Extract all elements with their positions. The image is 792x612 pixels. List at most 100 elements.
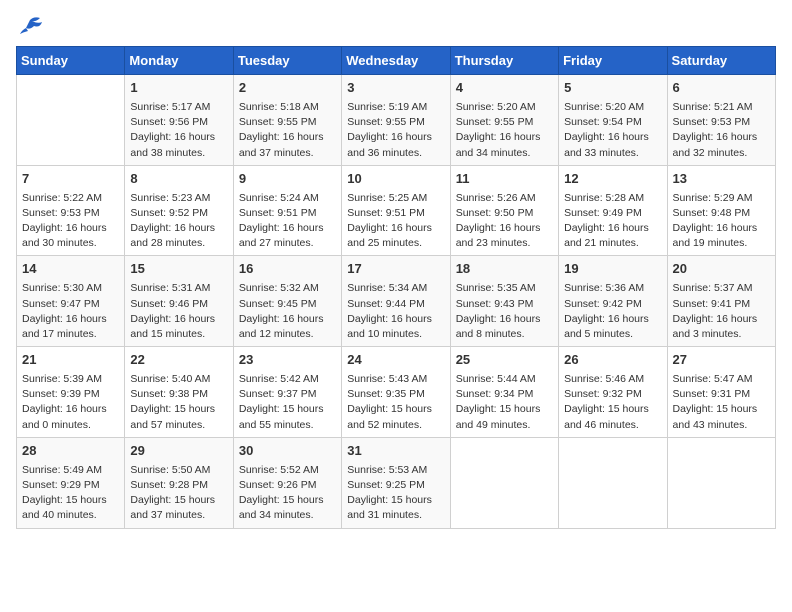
calendar-cell: 29Sunrise: 5:50 AMSunset: 9:28 PMDayligh…: [125, 437, 233, 528]
day-number: 25: [456, 351, 553, 370]
day-header-tuesday: Tuesday: [233, 47, 341, 75]
day-info-text: Sunset: 9:56 PM: [130, 115, 227, 130]
day-info-text: Sunset: 9:31 PM: [673, 387, 770, 402]
day-info-text: Daylight: 16 hours: [347, 130, 444, 145]
day-info-text: Sunset: 9:51 PM: [239, 206, 336, 221]
day-number: 13: [673, 170, 770, 189]
day-header-friday: Friday: [559, 47, 667, 75]
day-info-text: Daylight: 16 hours: [456, 130, 553, 145]
calendar-cell: 25Sunrise: 5:44 AMSunset: 9:34 PMDayligh…: [450, 347, 558, 438]
day-info-text: and 37 minutes.: [239, 146, 336, 161]
calendar-week-row: 7Sunrise: 5:22 AMSunset: 9:53 PMDaylight…: [17, 165, 776, 256]
day-info-text: and 49 minutes.: [456, 418, 553, 433]
day-info-text: Sunrise: 5:46 AM: [564, 372, 661, 387]
calendar-cell: 22Sunrise: 5:40 AMSunset: 9:38 PMDayligh…: [125, 347, 233, 438]
header: [16, 16, 776, 38]
calendar-cell: 27Sunrise: 5:47 AMSunset: 9:31 PMDayligh…: [667, 347, 775, 438]
day-info-text: Sunrise: 5:40 AM: [130, 372, 227, 387]
day-number: 9: [239, 170, 336, 189]
calendar-cell: 30Sunrise: 5:52 AMSunset: 9:26 PMDayligh…: [233, 437, 341, 528]
day-info-text: Daylight: 16 hours: [239, 221, 336, 236]
day-info-text: Daylight: 15 hours: [239, 493, 336, 508]
day-info-text: and 17 minutes.: [22, 327, 119, 342]
day-info-text: Daylight: 16 hours: [564, 312, 661, 327]
calendar-cell: 1Sunrise: 5:17 AMSunset: 9:56 PMDaylight…: [125, 75, 233, 166]
day-info-text: and 52 minutes.: [347, 418, 444, 433]
day-info-text: Daylight: 15 hours: [673, 402, 770, 417]
day-number: 6: [673, 79, 770, 98]
day-info-text: Sunset: 9:26 PM: [239, 478, 336, 493]
day-info-text: Sunrise: 5:22 AM: [22, 191, 119, 206]
calendar-cell: 10Sunrise: 5:25 AMSunset: 9:51 PMDayligh…: [342, 165, 450, 256]
day-info-text: Sunset: 9:37 PM: [239, 387, 336, 402]
day-number: 22: [130, 351, 227, 370]
day-info-text: and 27 minutes.: [239, 236, 336, 251]
day-info-text: Sunrise: 5:42 AM: [239, 372, 336, 387]
day-info-text: and 46 minutes.: [564, 418, 661, 433]
day-info-text: Sunrise: 5:20 AM: [564, 100, 661, 115]
day-info-text: Sunset: 9:54 PM: [564, 115, 661, 130]
day-number: 26: [564, 351, 661, 370]
calendar-cell: 7Sunrise: 5:22 AMSunset: 9:53 PMDaylight…: [17, 165, 125, 256]
day-info-text: Sunset: 9:47 PM: [22, 297, 119, 312]
day-info-text: Sunset: 9:48 PM: [673, 206, 770, 221]
day-number: 24: [347, 351, 444, 370]
day-info-text: Daylight: 16 hours: [564, 221, 661, 236]
day-info-text: Sunrise: 5:37 AM: [673, 281, 770, 296]
day-info-text: and 30 minutes.: [22, 236, 119, 251]
day-info-text: Sunrise: 5:21 AM: [673, 100, 770, 115]
day-info-text: and 34 minutes.: [456, 146, 553, 161]
day-info-text: Sunset: 9:38 PM: [130, 387, 227, 402]
day-header-thursday: Thursday: [450, 47, 558, 75]
day-info-text: and 40 minutes.: [22, 508, 119, 523]
calendar-cell: 17Sunrise: 5:34 AMSunset: 9:44 PMDayligh…: [342, 256, 450, 347]
calendar-week-row: 21Sunrise: 5:39 AMSunset: 9:39 PMDayligh…: [17, 347, 776, 438]
day-info-text: Sunset: 9:51 PM: [347, 206, 444, 221]
calendar-cell: 4Sunrise: 5:20 AMSunset: 9:55 PMDaylight…: [450, 75, 558, 166]
day-info-text: Sunset: 9:50 PM: [456, 206, 553, 221]
day-number: 12: [564, 170, 661, 189]
day-info-text: and 55 minutes.: [239, 418, 336, 433]
day-info-text: Sunset: 9:28 PM: [130, 478, 227, 493]
day-info-text: and 15 minutes.: [130, 327, 227, 342]
day-info-text: and 38 minutes.: [130, 146, 227, 161]
day-info-text: Daylight: 16 hours: [673, 221, 770, 236]
day-info-text: and 5 minutes.: [564, 327, 661, 342]
calendar-cell: 8Sunrise: 5:23 AMSunset: 9:52 PMDaylight…: [125, 165, 233, 256]
calendar-cell: 13Sunrise: 5:29 AMSunset: 9:48 PMDayligh…: [667, 165, 775, 256]
day-info-text: Daylight: 16 hours: [347, 221, 444, 236]
day-info-text: Daylight: 16 hours: [673, 130, 770, 145]
day-number: 20: [673, 260, 770, 279]
calendar-cell: 23Sunrise: 5:42 AMSunset: 9:37 PMDayligh…: [233, 347, 341, 438]
calendar-cell: [559, 437, 667, 528]
day-number: 7: [22, 170, 119, 189]
day-info-text: Daylight: 15 hours: [456, 402, 553, 417]
day-info-text: and 19 minutes.: [673, 236, 770, 251]
calendar-cell: 24Sunrise: 5:43 AMSunset: 9:35 PMDayligh…: [342, 347, 450, 438]
day-info-text: and 21 minutes.: [564, 236, 661, 251]
day-info-text: Sunset: 9:55 PM: [347, 115, 444, 130]
day-info-text: Daylight: 16 hours: [456, 221, 553, 236]
day-info-text: Daylight: 16 hours: [456, 312, 553, 327]
day-number: 15: [130, 260, 227, 279]
calendar-cell: 19Sunrise: 5:36 AMSunset: 9:42 PMDayligh…: [559, 256, 667, 347]
calendar-cell: [450, 437, 558, 528]
day-info-text: Sunset: 9:42 PM: [564, 297, 661, 312]
day-info-text: Sunset: 9:25 PM: [347, 478, 444, 493]
day-info-text: Sunrise: 5:17 AM: [130, 100, 227, 115]
calendar-cell: 3Sunrise: 5:19 AMSunset: 9:55 PMDaylight…: [342, 75, 450, 166]
calendar-header-row: SundayMondayTuesdayWednesdayThursdayFrid…: [17, 47, 776, 75]
calendar-cell: 11Sunrise: 5:26 AMSunset: 9:50 PMDayligh…: [450, 165, 558, 256]
day-info-text: Sunrise: 5:52 AM: [239, 463, 336, 478]
day-number: 16: [239, 260, 336, 279]
day-info-text: Sunrise: 5:34 AM: [347, 281, 444, 296]
day-info-text: Daylight: 16 hours: [22, 402, 119, 417]
calendar-cell: 2Sunrise: 5:18 AMSunset: 9:55 PMDaylight…: [233, 75, 341, 166]
calendar-cell: [667, 437, 775, 528]
day-info-text: Sunset: 9:29 PM: [22, 478, 119, 493]
day-info-text: and 32 minutes.: [673, 146, 770, 161]
calendar-cell: 12Sunrise: 5:28 AMSunset: 9:49 PMDayligh…: [559, 165, 667, 256]
day-info-text: Sunset: 9:55 PM: [456, 115, 553, 130]
day-info-text: Daylight: 16 hours: [673, 312, 770, 327]
day-info-text: Daylight: 15 hours: [130, 493, 227, 508]
